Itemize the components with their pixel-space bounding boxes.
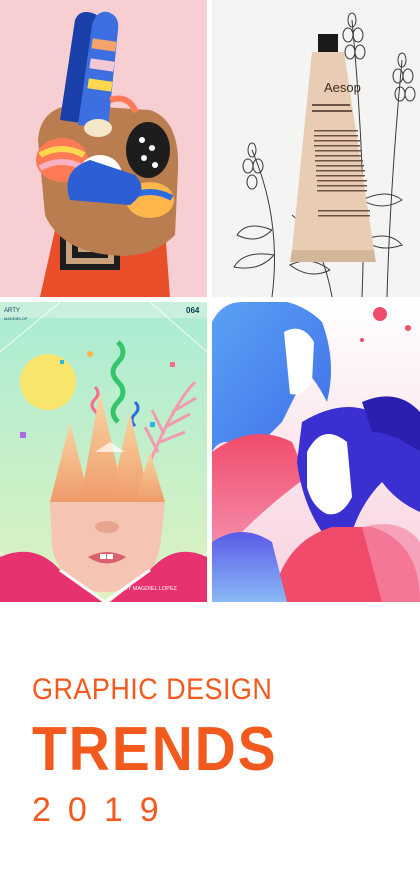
title-trends: TRENDS (32, 715, 278, 784)
women-illustration-tile (212, 302, 420, 602)
tube-brand-label: Aesop (324, 80, 361, 95)
poster-tile: ARTY MADDIELOP 064 BY MAGDIEL LOPEZ (0, 302, 207, 602)
poster-corner-label-left: ARTY (4, 308, 20, 314)
surreal-face-poster-icon: ARTY MADDIELOP 064 BY MAGDIEL LOPEZ (0, 302, 207, 602)
cream-tube-tile: Aesop (212, 0, 420, 297)
poster-issue-number: 064 (186, 306, 200, 315)
two-women-icon (212, 302, 420, 602)
poster-credit: BY MAGDIEL LOPEZ (124, 586, 178, 592)
crossed-fingers-icon (0, 0, 207, 297)
poster-corner-sub-label: MADDIELOP (4, 316, 28, 321)
title-block: GRAPHIC DESIGN TRENDS 2019 (32, 672, 402, 830)
hand-illustration-tile (0, 0, 207, 297)
title-graphic-design: GRAPHIC DESIGN (32, 673, 273, 706)
title-year: 2019 (32, 791, 176, 829)
cream-tube-icon: Aesop (212, 0, 420, 297)
